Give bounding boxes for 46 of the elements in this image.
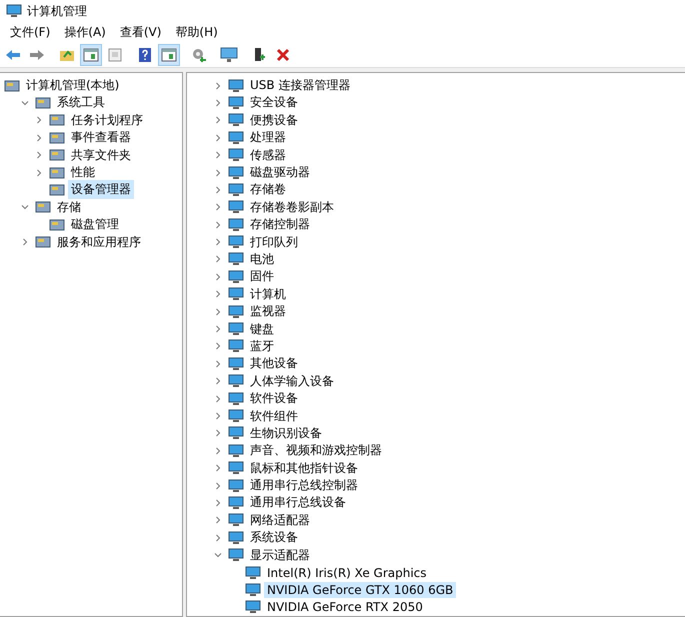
tree-item[interactable]: 蓝牙 (247, 336, 277, 356)
tree-item[interactable]: 显示适配器 (247, 546, 313, 565)
tree-item[interactable]: 电池 (247, 250, 277, 269)
tree-item[interactable]: 通用串行总线设备 (247, 493, 349, 512)
tree-item[interactable]: 其他设备 (247, 354, 301, 374)
tree-item[interactable]: 声音、视频和游戏控制器 (247, 441, 385, 460)
tree-item[interactable]: 任务计划程序 (68, 110, 146, 130)
tree-item[interactable]: 网络适配器 (247, 510, 313, 530)
tree-item[interactable]: 固件 (247, 267, 277, 286)
tree-item[interactable]: 通用串行总线控制器 (247, 476, 361, 496)
tree-item[interactable]: 计算机 (247, 284, 289, 304)
tree-item[interactable]: 传感器 (247, 146, 289, 165)
menu-item[interactable]: 操作(A) (58, 22, 112, 44)
tree-item[interactable]: 安全设备 (247, 93, 301, 112)
tree-item[interactable]: 鼠标和其他指针设备 (247, 458, 361, 478)
tree-item[interactable]: 系统设备 (247, 528, 301, 548)
tree-item[interactable]: 磁盘管理 (68, 215, 122, 234)
tree-item[interactable]: 软件设备 (247, 389, 301, 408)
tree-item[interactable]: 磁盘驱动器 (247, 163, 313, 182)
tree-item[interactable]: 存储卷 (247, 180, 289, 200)
tree-item[interactable]: 性能 (68, 163, 98, 182)
tree-item[interactable]: NVIDIA GeForce GTX 1060 6GB (264, 582, 456, 598)
tree-item[interactable]: 存储控制器 (247, 215, 313, 234)
menu-item[interactable]: 查看(V) (114, 22, 168, 44)
tree-item[interactable]: 人体学输入设备 (247, 372, 337, 391)
menu-item[interactable]: 帮助(H) (169, 22, 224, 44)
tree-item[interactable]: 计算机管理(本地) (23, 76, 122, 96)
tree-item[interactable]: 监视器 (247, 302, 289, 322)
tree-item[interactable]: USB 连接器管理器 (247, 76, 354, 96)
tree-item[interactable]: 事件查看器 (68, 128, 134, 148)
window-title: 计算机管理 (27, 2, 87, 20)
tree-item[interactable]: 打印队列 (247, 232, 301, 252)
tree-item[interactable]: 存储卷卷影副本 (247, 198, 337, 217)
tree-item[interactable]: 存储 (54, 198, 84, 217)
tree-item[interactable]: 软件组件 (247, 406, 301, 426)
tree-item[interactable]: NVIDIA GeForce RTX 2050 (264, 599, 426, 616)
tree-item[interactable]: 键盘 (247, 320, 277, 339)
tree-item[interactable]: 系统工具 (54, 93, 108, 112)
tree-item[interactable]: 生物识别设备 (247, 424, 325, 443)
tree-item[interactable]: 服务和应用程序 (54, 232, 144, 252)
tree-item[interactable]: 便携设备 (247, 110, 301, 130)
tree-item[interactable]: 处理器 (247, 128, 289, 148)
tree-item[interactable]: Intel(R) Iris(R) Xe Graphics (264, 564, 430, 581)
tree-item[interactable]: 共享文件夹 (68, 146, 134, 165)
tree-item[interactable]: 设备管理器 (68, 180, 134, 200)
menu-item[interactable]: 文件(F) (4, 22, 56, 44)
